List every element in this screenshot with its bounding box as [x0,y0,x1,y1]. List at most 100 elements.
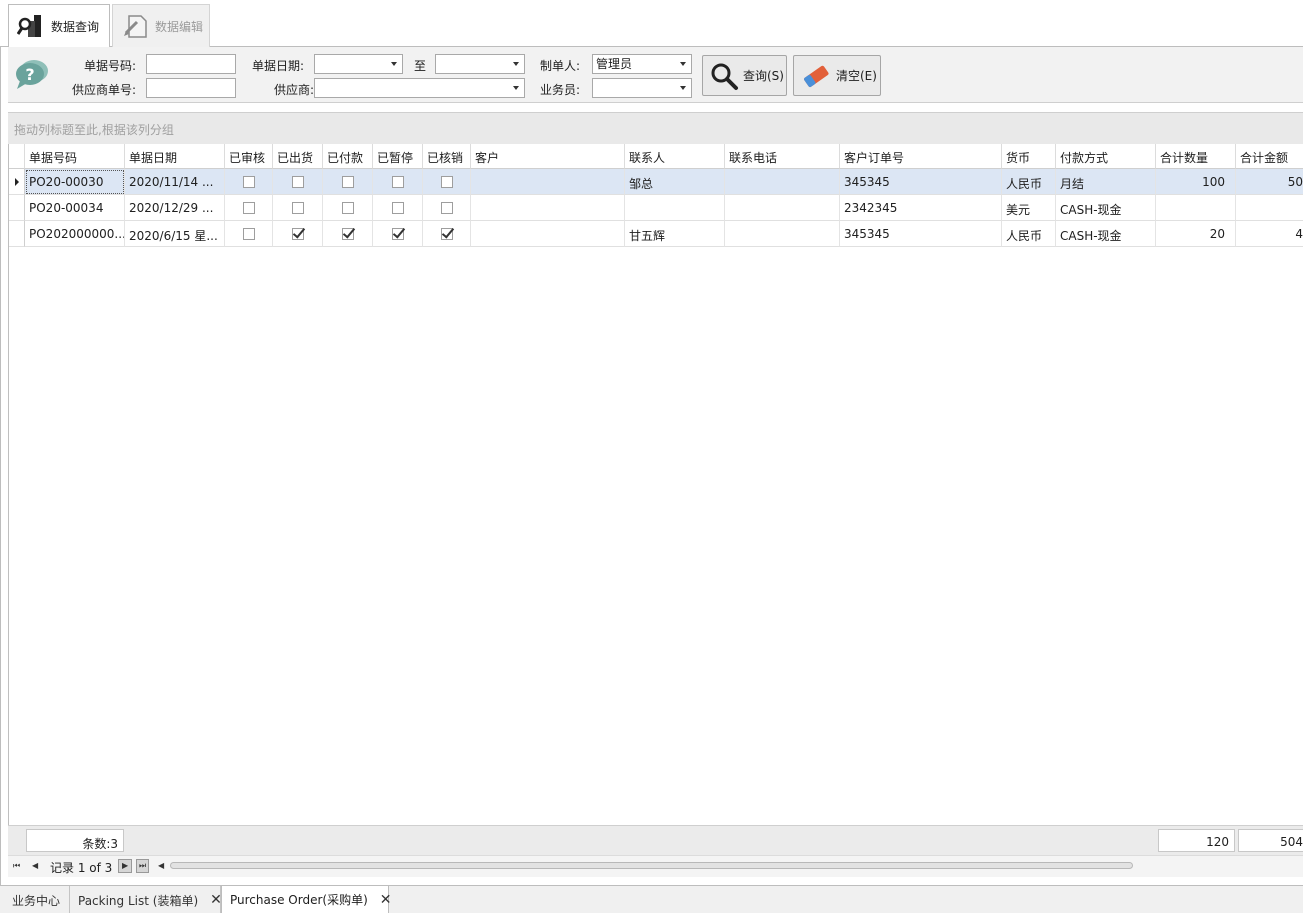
table-cell-customer[interactable] [471,195,625,221]
column-header-paid[interactable]: 已付款 [323,144,373,169]
table-cell-payment[interactable]: 月结 [1056,169,1156,195]
table-cell-audited[interactable] [225,221,273,247]
table-cell-customer-order[interactable]: 345345 [840,169,1002,195]
doc-date-from-select[interactable] [314,54,403,74]
checkbox[interactable] [440,202,453,214]
help-chat-icon[interactable]: ? [14,57,50,91]
table-cell-contact[interactable]: 甘五辉 [625,221,725,247]
table-cell-doc-no[interactable]: PO20-00030 [25,169,125,195]
checkbox-checked[interactable] [391,228,404,240]
table-cell-paused[interactable] [373,195,423,221]
table-cell-payment[interactable]: CASH-现金 [1056,221,1156,247]
row-indicator[interactable] [9,169,25,195]
table-cell-shipped[interactable] [273,169,323,195]
doc-tab-purchase-order[interactable]: Purchase Order(采购单) ✕ [221,886,392,913]
checkbox[interactable] [242,176,255,188]
doc-no-input[interactable] [146,54,236,74]
table-cell-written-off[interactable] [423,221,471,247]
next-record-icon[interactable]: ▶ [118,859,133,873]
table-cell-audited[interactable] [225,195,273,221]
tab-data-query[interactable]: 数据查询 [8,4,110,48]
tab-data-edit[interactable]: 数据编辑 [112,4,210,47]
table-cell-customer[interactable] [471,169,625,195]
checkbox[interactable] [242,228,255,240]
column-header-phone[interactable]: 联系电话 [725,144,840,169]
table-cell-contact[interactable] [625,195,725,221]
table-cell-currency[interactable]: 人民币 [1002,221,1056,247]
column-header-customer[interactable]: 客户 [471,144,625,169]
table-cell-currency[interactable]: 人民币 [1002,169,1056,195]
table-cell-doc-no[interactable]: PO20-00034 [25,195,125,221]
column-header-customer-order[interactable]: 客户订单号 [840,144,1002,169]
checkbox-checked[interactable] [341,228,354,240]
checkbox[interactable] [440,176,453,188]
row-indicator[interactable] [9,221,25,247]
checkbox[interactable] [291,202,304,214]
clear-button[interactable]: 清空(E) [793,55,881,96]
last-record-icon[interactable]: ⏭ [136,859,150,873]
table-cell-phone[interactable] [725,169,840,195]
column-header-written-off[interactable]: 已核销 [423,144,471,169]
table-cell-date[interactable]: 2020/11/14 ... [125,169,225,195]
salesman-select[interactable] [592,78,692,98]
table-cell-written-off[interactable] [423,195,471,221]
column-header-total-amount[interactable]: 合计金额 [1236,144,1303,169]
table-cell-total-amount[interactable]: 4 [1236,221,1303,247]
table-cell-total-qty[interactable]: 20 [1156,221,1236,247]
table-cell-paid[interactable] [323,169,373,195]
checkbox[interactable] [341,176,354,188]
column-header-contact[interactable]: 联系人 [625,144,725,169]
column-header-date[interactable]: 单据日期 [125,144,225,169]
doc-tab-packing-list[interactable]: Packing List (装箱单) ✕ [70,886,222,913]
table-cell-audited[interactable] [225,169,273,195]
column-header-audited[interactable]: 已审核 [225,144,273,169]
prev-record-icon[interactable]: ◀ [32,860,38,872]
column-header-paused[interactable]: 已暂停 [373,144,423,169]
supplier-doc-input[interactable] [146,78,236,98]
checkbox[interactable] [242,202,255,214]
checkbox-checked[interactable] [291,228,304,240]
table-cell-paused[interactable] [373,221,423,247]
supplier-select[interactable] [314,78,525,98]
table-cell-payment[interactable]: CASH-现金 [1056,195,1156,221]
table-cell-written-off[interactable] [423,169,471,195]
table-cell-contact[interactable]: 邹总 [625,169,725,195]
column-header-shipped[interactable]: 已出货 [273,144,323,169]
row-indicator[interactable] [9,195,25,221]
scroll-left-icon[interactable]: ◀ [158,860,164,872]
table-cell-total-amount[interactable]: 50 [1236,169,1303,195]
table-cell-customer[interactable] [471,221,625,247]
column-header-doc-no[interactable]: 单据号码 [25,144,125,169]
checkbox-checked[interactable] [440,228,453,240]
checkbox[interactable] [391,176,404,188]
close-icon[interactable]: ✕ [380,892,392,908]
column-header-currency[interactable]: 货币 [1002,144,1056,169]
table-cell-customer-order[interactable]: 2342345 [840,195,1002,221]
table-cell-date[interactable]: 2020/6/15 星... [125,221,225,247]
creator-select[interactable]: 管理员 [592,54,692,74]
table-cell-customer-order[interactable]: 345345 [840,221,1002,247]
table-cell-date[interactable]: 2020/12/29 ... [125,195,225,221]
table-cell-total-amount[interactable] [1236,195,1303,221]
table-cell-phone[interactable] [725,221,840,247]
column-header-payment[interactable]: 付款方式 [1056,144,1156,169]
table-cell-shipped[interactable] [273,221,323,247]
group-by-panel[interactable]: 拖动列标题至此,根据该列分组 [8,112,1303,144]
table-cell-total-qty[interactable] [1156,195,1236,221]
table-cell-total-qty[interactable]: 100 [1156,169,1236,195]
table-cell-currency[interactable]: 美元 [1002,195,1056,221]
doc-tab-business-center[interactable]: 业务中心 [4,886,70,913]
query-button[interactable]: 查询(S) [702,55,787,96]
table-cell-paused[interactable] [373,169,423,195]
table-cell-doc-no[interactable]: PO202000000... [25,221,125,247]
first-record-icon[interactable]: ⏮ [13,860,20,872]
horizontal-scrollbar[interactable] [170,862,1133,869]
table-cell-paid[interactable] [323,221,373,247]
checkbox[interactable] [291,176,304,188]
checkbox[interactable] [391,202,404,214]
doc-date-to-select[interactable] [435,54,525,74]
column-header-total-qty[interactable]: 合计数量 [1156,144,1236,169]
table-cell-paid[interactable] [323,195,373,221]
checkbox[interactable] [341,202,354,214]
table-cell-shipped[interactable] [273,195,323,221]
